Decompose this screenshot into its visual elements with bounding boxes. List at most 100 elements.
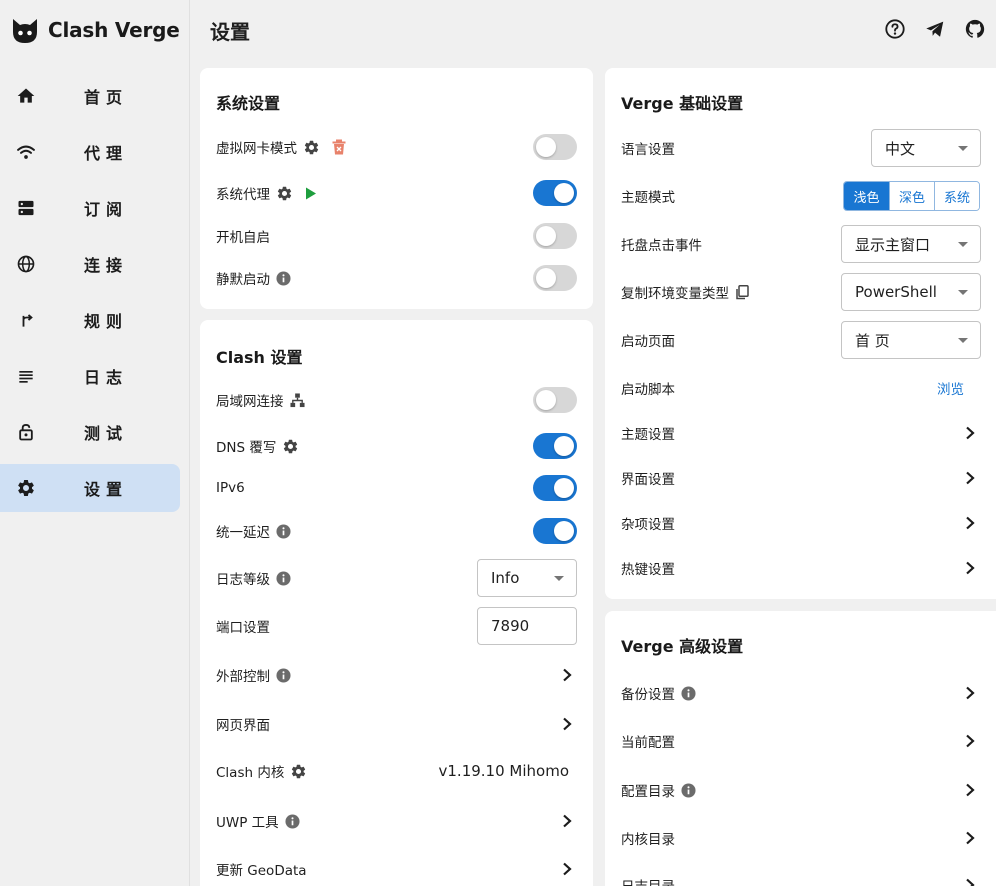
chevron-right-icon	[563, 668, 572, 682]
info-icon[interactable]	[681, 782, 696, 798]
clash-settings-card: Clash 设置 局域网连接 DNS 覆写 IPv6 统一延迟 日志等级 Inf…	[200, 320, 593, 886]
lan-network-icon[interactable]	[289, 392, 305, 408]
sidebar-item-test[interactable]: 测试	[0, 408, 180, 456]
sidebar-item-label: 规则	[84, 312, 129, 331]
current-config-row[interactable]: 当前配置	[605, 721, 996, 761]
update-geodata-row[interactable]: 更新 GeoData	[200, 849, 593, 886]
toggle-knob	[536, 268, 556, 288]
sidebar-item-label: 订阅	[84, 200, 129, 219]
misc-settings-row[interactable]: 杂项设置	[605, 503, 996, 543]
copy-icon[interactable]	[735, 284, 749, 300]
log-dir-row[interactable]: 日志目录	[605, 865, 996, 886]
external-control-row[interactable]: 外部控制	[200, 655, 593, 695]
caret-down-icon	[554, 576, 564, 581]
gear-icon[interactable]	[303, 139, 320, 156]
theme-dark-option[interactable]: 深色	[889, 182, 934, 210]
sidebar-item-home[interactable]: 首页	[0, 72, 180, 120]
log-level-label: 日志等级	[216, 572, 270, 588]
external-control-label: 外部控制	[216, 669, 270, 685]
tun-mode-toggle[interactable]	[533, 134, 577, 160]
verge-advanced-settings-card: Verge 高级设置 备份设置 当前配置 配置目录 内核目录 日志目录	[605, 611, 996, 886]
info-icon[interactable]	[276, 270, 291, 286]
silent-start-toggle[interactable]	[533, 265, 577, 291]
toggle-knob	[536, 137, 556, 157]
browse-button[interactable]: 浏览	[937, 378, 964, 398]
gear-icon[interactable]	[282, 438, 299, 455]
sidebar-item-settings[interactable]: 设置	[0, 464, 180, 512]
ipv6-row: IPv6	[200, 468, 593, 508]
core-dir-row[interactable]: 内核目录	[605, 818, 996, 858]
info-icon[interactable]	[276, 667, 291, 683]
web-ui-label: 网页界面	[216, 718, 270, 734]
auto-launch-toggle[interactable]	[533, 223, 577, 249]
sidebar-item-label: 设置	[84, 480, 129, 499]
theme-system-option[interactable]: 系统	[934, 182, 979, 210]
tray-click-value: 显示主窗口	[855, 235, 931, 254]
start-page-select[interactable]: 首 页	[841, 321, 981, 359]
language-select[interactable]: 中文	[871, 129, 981, 167]
port-input[interactable]: 7890	[477, 607, 577, 645]
setting-label: UWP 工具	[216, 811, 300, 831]
chevron-right-icon	[966, 516, 975, 530]
theme-settings-row[interactable]: 主题设置	[605, 413, 996, 453]
backup-settings-row[interactable]: 备份设置	[605, 673, 996, 713]
sidebar-item-rules[interactable]: 规则	[0, 296, 180, 344]
list-icon	[19, 371, 33, 383]
unified-delay-toggle[interactable]	[533, 518, 577, 544]
caret-down-icon	[958, 338, 968, 343]
card-title: Verge 基础设置	[621, 94, 744, 113]
lan-label: 局域网连接	[216, 394, 284, 410]
dns-toggle[interactable]	[533, 433, 577, 459]
info-icon[interactable]	[285, 813, 300, 829]
setting-label: 局域网连接	[216, 390, 305, 410]
ui-settings-row[interactable]: 界面设置	[605, 458, 996, 498]
chevron-right-icon	[966, 878, 975, 886]
setting-label: 外部控制	[216, 665, 291, 685]
sidebar-item-proxy[interactable]: 代理	[0, 128, 180, 176]
cat-logo-icon	[13, 19, 37, 43]
lan-toggle[interactable]	[533, 387, 577, 413]
hotkey-settings-row[interactable]: 热键设置	[605, 548, 996, 588]
tray-click-select[interactable]: 显示主窗口	[841, 225, 981, 263]
gear-icon[interactable]	[290, 763, 307, 780]
auto-launch-label: 开机自启	[216, 230, 270, 246]
info-icon[interactable]	[681, 685, 696, 701]
chevron-right-icon	[563, 814, 572, 828]
setting-label: 系统代理	[216, 183, 317, 203]
uwp-tool-label: UWP 工具	[216, 815, 279, 831]
sidebar-item-subscriptions[interactable]: 订阅	[0, 184, 180, 232]
info-icon[interactable]	[276, 570, 291, 586]
sidebar-item-logs[interactable]: 日志	[0, 352, 180, 400]
web-ui-row[interactable]: 网页界面	[200, 704, 593, 744]
trash-icon[interactable]	[332, 139, 346, 155]
gear-icon[interactable]	[276, 185, 293, 202]
wifi-icon	[17, 145, 35, 159]
help-icon[interactable]	[884, 18, 906, 40]
start-page-row: 启动页面 首 页	[605, 320, 996, 360]
log-level-select[interactable]: Info	[477, 559, 577, 597]
ipv6-toggle[interactable]	[533, 475, 577, 501]
dns-label: DNS 覆写	[216, 440, 277, 456]
info-icon[interactable]	[276, 523, 291, 539]
tun-mode-row: 虚拟网卡模式	[200, 127, 593, 167]
caret-down-icon	[958, 242, 968, 247]
github-icon[interactable]	[964, 18, 986, 40]
toggle-knob	[554, 521, 574, 541]
unified-delay-label: 统一延迟	[216, 525, 270, 541]
chevron-right-icon	[563, 862, 572, 876]
sidebar-item-connections[interactable]: 连接	[0, 240, 180, 288]
system-proxy-toggle[interactable]	[533, 180, 577, 206]
misc-settings-label: 杂项设置	[621, 517, 675, 533]
current-config-label: 当前配置	[621, 735, 675, 751]
config-dir-row[interactable]: 配置目录	[605, 770, 996, 810]
tun-mode-label: 虚拟网卡模式	[216, 141, 297, 157]
env-type-value: PowerShell	[855, 283, 937, 301]
sidebar: Clash Verge 首页 代理 订阅 连接 规则 日志 测试 设置	[0, 0, 190, 886]
start-page-label: 启动页面	[621, 334, 675, 350]
theme-light-option[interactable]: 浅色	[844, 182, 889, 210]
sidebar-item-label: 日志	[84, 368, 129, 387]
uwp-tool-row[interactable]: UWP 工具	[200, 801, 593, 841]
fork-arrow-icon	[22, 314, 33, 327]
telegram-icon[interactable]	[924, 18, 946, 40]
env-type-select[interactable]: PowerShell	[841, 273, 981, 311]
